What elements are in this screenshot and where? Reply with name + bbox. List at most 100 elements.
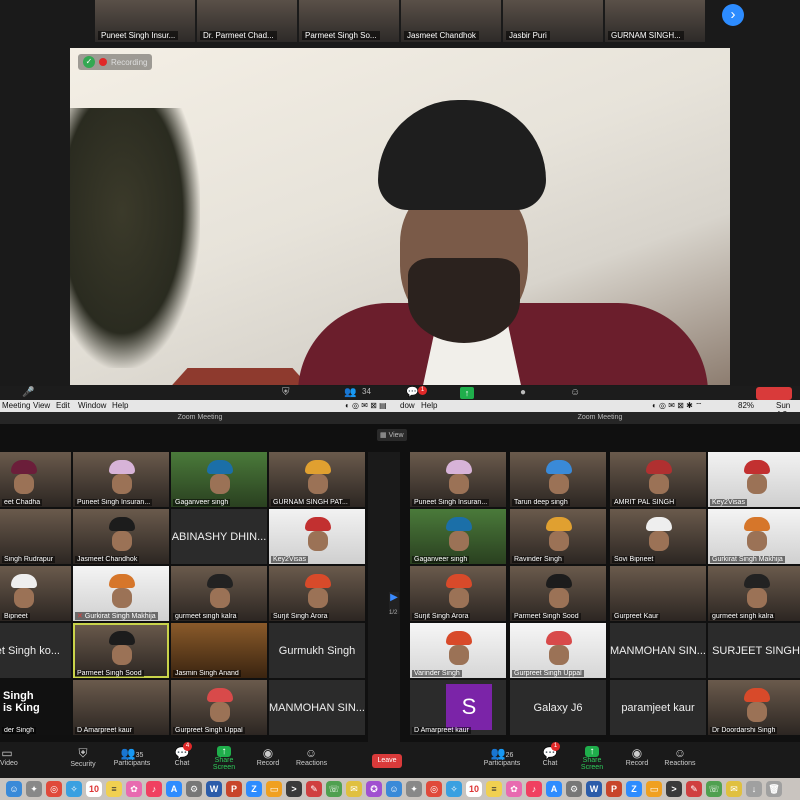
participant-tile[interactable]: Key2Visas	[708, 452, 800, 507]
participant-tile[interactable]: Key2Visas	[269, 509, 365, 564]
participant-tile[interactable]: Puneet Singh Insuran...	[73, 452, 169, 507]
participant-tile-name-only[interactable]: SURJEET SINGH	[708, 623, 800, 678]
chrome-icon[interactable]: ◎	[46, 781, 62, 797]
powerpoint-icon[interactable]: P	[226, 781, 242, 797]
next-page-button[interactable]: ›	[722, 4, 744, 26]
leave-button[interactable]: Leave	[372, 754, 402, 768]
powerpoint-icon[interactable]: P	[606, 781, 622, 797]
participant-tile[interactable]: Gurpreet Singh Uppal	[510, 623, 606, 678]
downloads-icon[interactable]: ↓	[746, 781, 762, 797]
participant-tile[interactable]: eet Chadha	[0, 452, 71, 507]
calendar-icon[interactable]: 10	[466, 781, 482, 797]
word-icon[interactable]: W	[206, 781, 222, 797]
participant-tile[interactable]: Sovi Bipneet	[610, 509, 706, 564]
notes-icon[interactable]: ≡	[106, 781, 122, 797]
participant-tile[interactable]: Bipneet	[0, 566, 71, 621]
photos-icon[interactable]: ✿	[126, 781, 142, 797]
participant-tile-name-only[interactable]: ABINASHY DHIN...	[171, 509, 267, 564]
folder-icon[interactable]: ▭	[646, 781, 662, 797]
participant-thumbnail[interactable]: Jasbir Puri	[503, 0, 603, 42]
participant-tile[interactable]: Gaganveer singh	[410, 509, 506, 564]
participant-tile[interactable]: Surjit Singh Arora	[269, 566, 365, 621]
menu-meeting[interactable]: Meeting	[2, 401, 30, 410]
participant-thumbnail[interactable]: GURNAM SINGH...	[605, 0, 705, 42]
participant-tile[interactable]: Jasmin Singh Anand	[171, 623, 267, 678]
app-icon[interactable]: ✪	[366, 781, 382, 797]
participant-tile[interactable]: ✕ Gurkirat Singh Makhija	[73, 566, 169, 621]
participant-tile-name-only[interactable]: Gurmukh Singh	[269, 623, 365, 678]
participant-tile[interactable]: Ravinder Singh	[510, 509, 606, 564]
participant-tile[interactable]: Gurkirat Singh Makhija	[708, 509, 800, 564]
menu-help[interactable]: Help	[112, 401, 128, 410]
reactions-icon[interactable]: ☺	[570, 387, 580, 398]
participant-tile[interactable]: Varinder Singh	[410, 623, 506, 678]
participant-tile[interactable]: Dr Doordarshi Singh	[708, 680, 800, 735]
participant-tile-name-only[interactable]: MANMOHAN SIN...	[610, 623, 706, 678]
zoom-icon[interactable]: Z	[246, 781, 262, 797]
terminal-icon[interactable]: >	[666, 781, 682, 797]
participant-tile[interactable]: D Amarpreet kaur	[73, 680, 169, 735]
participant-tile-active[interactable]: Parmeet Singh Sood	[73, 623, 169, 678]
launchpad-icon[interactable]: ✦	[406, 781, 422, 797]
settings-icon[interactable]: ⚙	[566, 781, 582, 797]
safari-icon[interactable]: ✧	[446, 781, 462, 797]
participant-tile[interactable]: Gaganveer singh	[171, 452, 267, 507]
share-screen-icon[interactable]: ↑	[460, 387, 474, 399]
reactions-button-right[interactable]: ☺ Reactions	[664, 746, 696, 767]
participant-tile[interactable]: gurmeet singh kalra	[708, 566, 800, 621]
reactions-button[interactable]: ☺ Reactions	[296, 746, 327, 767]
chat-icon[interactable]: 💬	[406, 387, 418, 398]
photos-icon[interactable]: ✿	[506, 781, 522, 797]
folder-icon[interactable]: ▭	[266, 781, 282, 797]
participant-tile-name-only[interactable]: Galaxy J6	[510, 680, 606, 735]
launchpad-icon[interactable]: ✦	[26, 781, 42, 797]
menu-edit[interactable]: Edit	[56, 401, 70, 410]
app-icon[interactable]: ✉	[346, 781, 362, 797]
app-icon[interactable]: ✉	[726, 781, 742, 797]
security-icon[interactable]: ⛨	[282, 387, 290, 398]
participants-icon[interactable]: 👥	[344, 387, 356, 398]
participant-tile[interactable]: Jasmeet Chandhok	[73, 509, 169, 564]
participant-tile[interactable]: Singh Rudrapur	[0, 509, 71, 564]
participant-tile-name-only[interactable]: paramjeet kaur	[610, 680, 706, 735]
participant-tile-name-only[interactable]: MANMOHAN SIN...	[269, 680, 365, 735]
finder-icon[interactable]: ☺	[6, 781, 22, 797]
notes-icon[interactable]: ≡	[486, 781, 502, 797]
end-button[interactable]	[756, 387, 792, 400]
appstore-icon[interactable]: A	[166, 781, 182, 797]
participant-tile[interactable]: Puneet Singh Insuran...	[410, 452, 506, 507]
participant-tile[interactable]: Singh is King der Singh	[0, 680, 71, 735]
participant-tile[interactable]: Surjit Singh Arora	[410, 566, 506, 621]
participant-tile[interactable]: Parmeet Singh Sood	[510, 566, 606, 621]
app-icon[interactable]: ✎	[306, 781, 322, 797]
participant-tile[interactable]: GURNAM SINGH PAT...	[269, 452, 365, 507]
safari-icon[interactable]: ✧	[66, 781, 82, 797]
mic-icon[interactable]: 🎤	[22, 387, 34, 398]
record-button-right[interactable]: ◉ Record	[625, 746, 649, 767]
participant-tile[interactable]: SD Amarpreet kaur	[410, 680, 506, 735]
zoom-icon[interactable]: Z	[626, 781, 642, 797]
settings-icon[interactable]: ⚙	[186, 781, 202, 797]
participant-thumbnail[interactable]: Dr. Parmeet Chad...	[197, 0, 297, 42]
menu-window[interactable]: Window	[78, 401, 106, 410]
view-button[interactable]: ▦ View	[377, 429, 407, 441]
trash-icon[interactable]: 🗑	[766, 781, 782, 797]
appstore-icon[interactable]: A	[546, 781, 562, 797]
video-button[interactable]: ▭ Video	[0, 746, 18, 767]
menu-window-fragment[interactable]: dow	[400, 401, 415, 410]
chrome-icon[interactable]: ◎	[426, 781, 442, 797]
app-icon[interactable]: ☏	[326, 781, 342, 797]
participant-tile[interactable]: Gurpreet Singh Uppal	[171, 680, 267, 735]
participants-button-right[interactable]: 👥26 Participants	[482, 746, 522, 767]
security-button[interactable]: ⛨ Security	[66, 746, 100, 768]
menu-view[interactable]: View	[33, 401, 50, 410]
participant-tile[interactable]: AMRIT PAL SINGH	[610, 452, 706, 507]
app-icon[interactable]: ✎	[686, 781, 702, 797]
participant-tile[interactable]: gurmeet singh kalra	[171, 566, 267, 621]
participant-tile[interactable]: Gurpreet Kaur	[610, 566, 706, 621]
word-icon[interactable]: W	[586, 781, 602, 797]
finder-icon[interactable]: ☺	[386, 781, 402, 797]
participant-tile[interactable]: Tarun deep singh	[510, 452, 606, 507]
participant-thumbnail[interactable]: Puneet Singh Insur...	[95, 0, 195, 42]
menu-help-right[interactable]: Help	[421, 401, 437, 410]
